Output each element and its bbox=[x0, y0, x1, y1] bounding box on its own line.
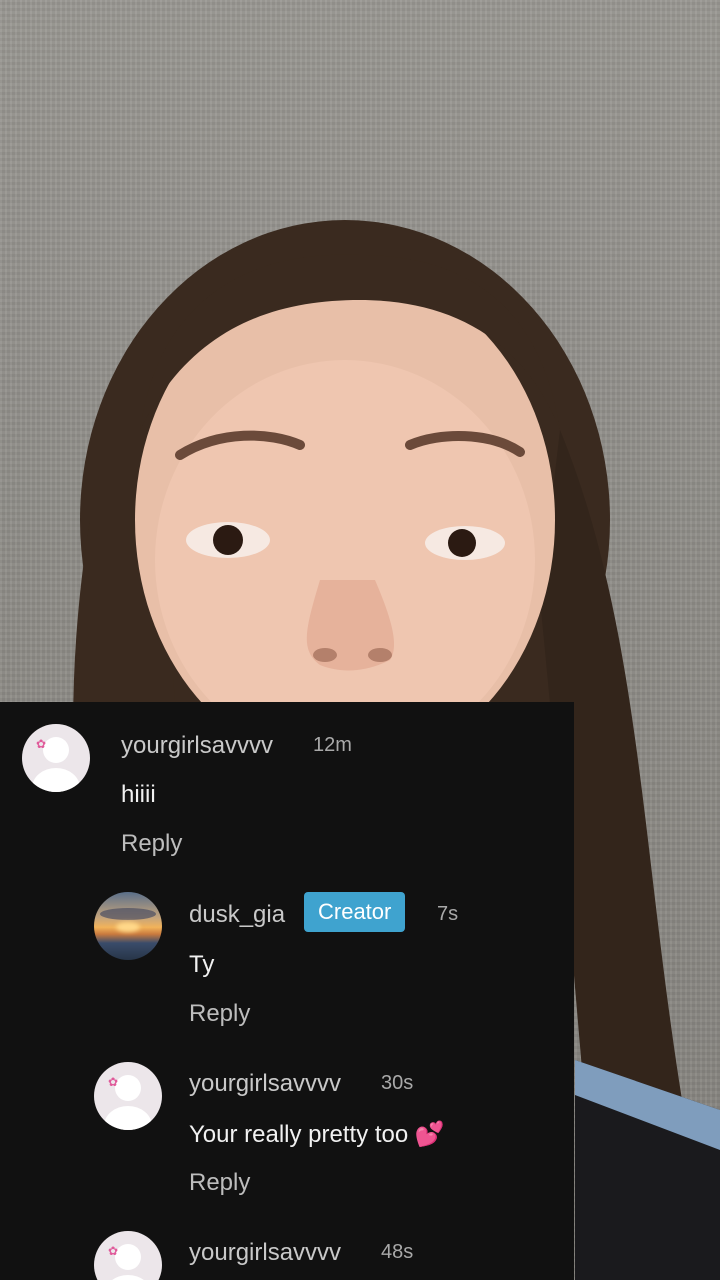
reply-button[interactable]: Reply bbox=[121, 830, 182, 858]
comments-panel: ✿ yourgirlsavvvv 12m hiiii Reply dusk_gi… bbox=[0, 702, 574, 1280]
comment-timestamp: 7s bbox=[437, 903, 459, 925]
comment-username[interactable]: yourgirlsavvvv bbox=[189, 1070, 341, 1098]
reply-button[interactable]: Reply bbox=[189, 1169, 250, 1197]
comment-username[interactable]: yourgirlsavvvv bbox=[121, 732, 273, 760]
reply-button[interactable]: Reply bbox=[189, 1000, 250, 1028]
comment-timestamp: 12m bbox=[313, 734, 352, 756]
comment-username[interactable]: yourgirlsavvvv bbox=[189, 1239, 341, 1267]
comment-item: ✿ yourgirlsavvvv 12m hiiii Reply bbox=[0, 702, 574, 872]
comment-reply-item: ✿ yourgirlsavvvv 48s bbox=[0, 1212, 574, 1280]
comment-timestamp: 48s bbox=[381, 1241, 414, 1263]
creator-avatar[interactable] bbox=[94, 892, 162, 960]
flower-icon: ✿ bbox=[36, 737, 47, 751]
comment-timestamp: 30s bbox=[381, 1072, 414, 1094]
user-avatar[interactable]: ✿ bbox=[94, 1231, 162, 1280]
flower-icon: ✿ bbox=[108, 1075, 119, 1089]
comment-reply-item: dusk_gia Creator 7s Ty Reply bbox=[0, 872, 574, 1042]
comment-reply-item: ✿ yourgirlsavvvv 30s Your really pretty … bbox=[0, 1042, 574, 1212]
comment-username[interactable]: dusk_gia bbox=[189, 901, 285, 929]
sunset-icon bbox=[116, 922, 140, 932]
default-profile-icon bbox=[115, 1244, 141, 1270]
default-profile-icon bbox=[115, 1075, 141, 1101]
default-profile-icon bbox=[43, 737, 69, 763]
flower-icon: ✿ bbox=[108, 1244, 119, 1258]
user-avatar[interactable]: ✿ bbox=[94, 1062, 162, 1130]
comment-text: Ty bbox=[189, 951, 215, 978]
comment-text: Your really pretty too 💕 bbox=[189, 1121, 445, 1148]
user-avatar[interactable]: ✿ bbox=[22, 724, 90, 792]
comment-text: hiiii bbox=[121, 781, 156, 808]
creator-badge: Creator bbox=[304, 892, 406, 932]
